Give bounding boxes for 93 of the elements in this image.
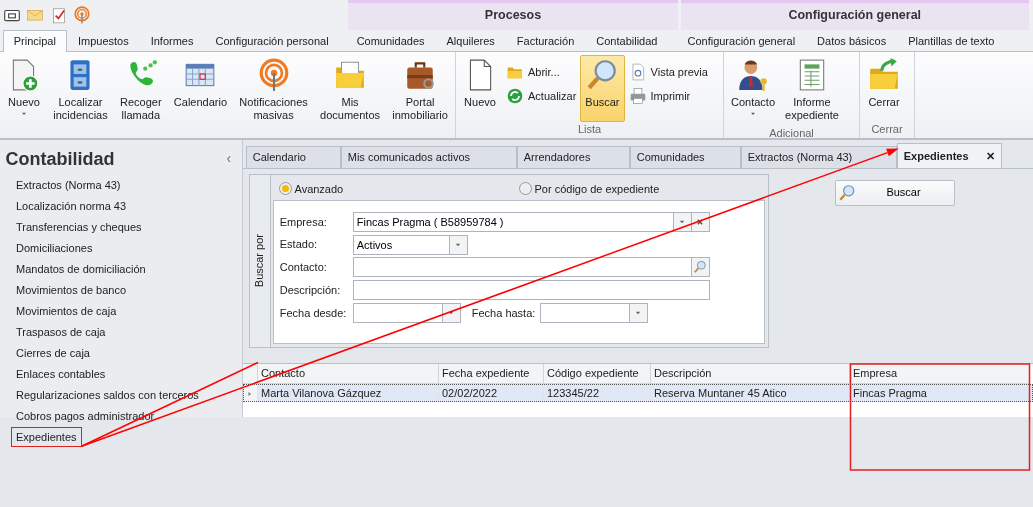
sidebar-item[interactable]: Traspasos de caja — [11, 322, 111, 343]
collapse-button[interactable]: ‹ — [226, 148, 231, 170]
input-field[interactable]: Activos — [352, 234, 450, 255]
tab-label: Extractos (Norma 43) — [747, 149, 853, 165]
ribbon-button[interactable]: Calendario — [168, 55, 233, 126]
ribbon-tab[interactable]: Datos básicos — [806, 30, 898, 52]
group-label: Buscar por — [252, 234, 267, 288]
ribbon-tab[interactable]: Configuración general — [676, 30, 807, 52]
document-tab[interactable]: Mis comunicados activos — [340, 145, 517, 168]
search-icon — [838, 183, 857, 202]
ribbon-button[interactable]: Actualizar — [506, 87, 577, 105]
document-tab[interactable]: Extractos (Norma 43) — [740, 145, 897, 168]
close-button[interactable]: ✕ — [985, 143, 995, 168]
document-tab[interactable]: Calendario — [245, 145, 341, 168]
table-cell: Fincas Pragma — [850, 383, 1030, 402]
ribbon-button[interactable]: Contacto — [726, 55, 781, 126]
input-field[interactable] — [352, 280, 710, 300]
ribbon-button[interactable]: Mis documentos — [315, 55, 385, 126]
ribbon-button[interactable]: Abrir... — [506, 63, 577, 81]
input-field[interactable] — [352, 257, 692, 278]
context-group-title: Configuración general — [788, 6, 922, 24]
ribbon-button[interactable]: Imprimir — [628, 87, 708, 105]
input-field[interactable] — [352, 302, 443, 323]
ribbon-button[interactable]: Buscar — [580, 55, 625, 122]
context-group-title: Procesos — [484, 6, 542, 24]
refresh-icon — [506, 87, 524, 105]
tab-label: Arrendadores — [523, 149, 591, 165]
field-label: Empresa: — [279, 214, 328, 230]
group-label: Adicional — [768, 126, 815, 141]
sidebar-item[interactable]: Movimientos de banco — [11, 280, 132, 301]
table-cell: 123345/22 — [544, 383, 651, 402]
table-cell: Reserva Muntaner 45 Atico — [651, 383, 850, 402]
radio-option[interactable]: Por código de expediente — [513, 180, 744, 197]
table-cell: 02/02/2022 — [439, 383, 544, 402]
ribbon-button[interactable]: Informe expediente — [780, 55, 844, 126]
input-field[interactable] — [539, 302, 630, 323]
ribbon-tab[interactable]: Plantillas de texto — [897, 30, 1006, 52]
document-tab[interactable]: Expedientes ✕ — [896, 142, 1002, 168]
radio-button[interactable] — [278, 182, 292, 196]
ribbon-tab[interactable]: Informes — [139, 30, 205, 52]
sidebar-item[interactable]: Domiciliaciones — [11, 238, 98, 259]
sidebar-title: Contabilidad — [5, 147, 115, 171]
ribbon-button[interactable]: Portal inmobiliario — [387, 55, 453, 126]
search-button[interactable]: Buscar — [834, 179, 955, 206]
column-header[interactable]: Descripción — [651, 363, 850, 384]
sidebar-item[interactable]: Extractos (Norma 43) — [11, 175, 126, 196]
sidebar-item[interactable]: Mandatos de domiciliación — [11, 259, 151, 280]
broadcast-icon[interactable] — [73, 6, 92, 24]
folder-arrow-icon — [867, 58, 901, 92]
ribbon-tab[interactable]: Alquileres — [435, 30, 506, 52]
field-label: Estado: — [279, 237, 319, 253]
ribbon-button[interactable]: Nuevo — [458, 55, 502, 122]
field-label: Descripción: — [279, 282, 342, 298]
table-cell: Marta Vilanova Gázquez — [258, 383, 439, 402]
sidebar-item[interactable]: Transferencias y cheques — [11, 217, 147, 238]
sidebar-item[interactable]: Movimientos de caja — [11, 301, 122, 322]
input-field[interactable]: Fincas Pragma ( B58959784 ) — [352, 211, 674, 232]
ribbon-tab[interactable]: Contabilidad — [585, 30, 669, 52]
sidebar-item[interactable]: Cierres de caja — [11, 343, 95, 364]
sidebar-item[interactable]: Localización norma 43 — [11, 196, 132, 217]
tab-label: Comunidades — [636, 149, 705, 165]
ribbon-button[interactable]: Recoger llamada — [115, 55, 167, 126]
printer-icon — [628, 87, 647, 105]
dropdown-button[interactable] — [449, 234, 468, 255]
ribbon-button[interactable]: Vista previa — [628, 63, 708, 81]
radio-option[interactable]: Avanzado — [273, 180, 514, 197]
column-header[interactable]: Código expediente — [544, 363, 651, 384]
sidebar-item[interactable]: Expedientes — [11, 427, 82, 448]
tab-label: Expedientes — [903, 148, 969, 164]
document-tab[interactable]: Arrendadores — [516, 145, 630, 168]
ribbon-tab[interactable]: Principal — [2, 30, 67, 52]
ribbon-tab[interactable]: Impuestos — [66, 30, 140, 52]
ribbon-tab[interactable]: Facturación — [505, 30, 586, 52]
ribbon-button[interactable]: Localizar incidencias — [48, 55, 113, 126]
ribbon-button[interactable]: Cerrar — [862, 55, 906, 122]
dropdown-button[interactable] — [629, 302, 648, 323]
sidebar-item[interactable]: Enlaces contables — [11, 364, 111, 385]
tab-label: Calendario — [252, 149, 306, 165]
ribbon-button[interactable]: Nuevo — [2, 55, 46, 126]
ribbon-button[interactable]: Notificaciones masivas — [234, 55, 313, 126]
ribbon-tab[interactable]: Configuración personal — [204, 30, 340, 52]
field-label: Fecha desde: — [279, 305, 348, 321]
ribbon-tab[interactable]: Comunidades — [345, 30, 436, 52]
column-header[interactable]: Fecha expediente — [439, 363, 544, 384]
field-label: Contacto: — [279, 260, 328, 275]
radio-button[interactable] — [518, 182, 532, 196]
group-label: Lista — [576, 122, 603, 137]
person-icon — [736, 58, 770, 92]
group-label: Cerrar — [870, 122, 904, 137]
search-icon — [693, 260, 708, 275]
document-tab[interactable]: Comunidades — [629, 145, 741, 168]
field-label: Fecha hasta: — [471, 305, 537, 321]
tab-label: Mis comunicados activos — [347, 149, 471, 165]
